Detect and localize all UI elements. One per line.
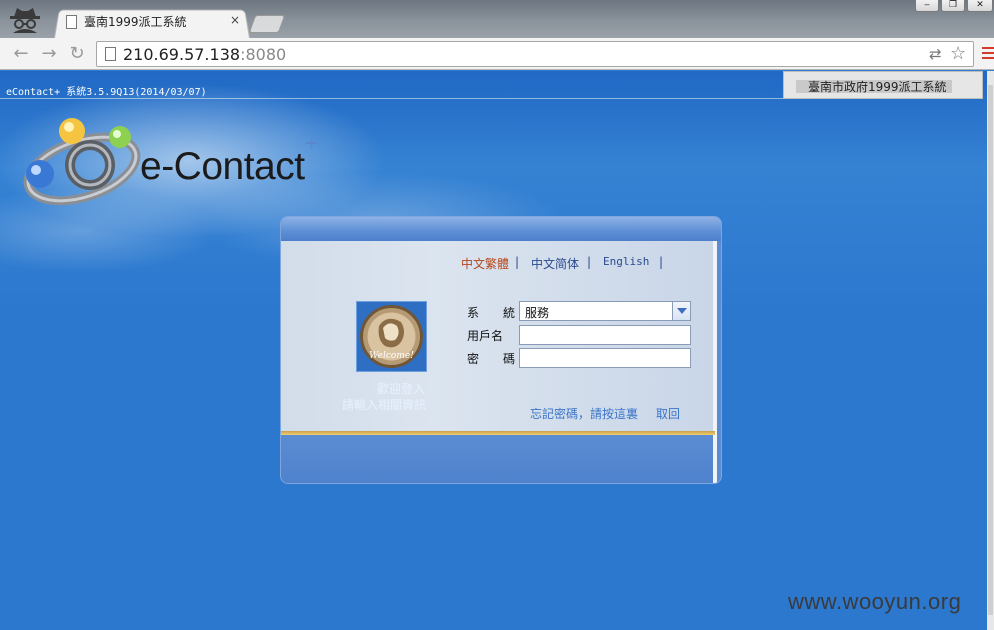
- page-icon: [105, 47, 116, 61]
- cancel-link[interactable]: 取回: [656, 405, 680, 422]
- page-viewport: eContact+ 系統3.5.9Q13(2014/03/07) 臺南市政府19…: [0, 71, 994, 630]
- browser-tab-strip: 臺南1999派工系統 × ‒ ❐ ✕: [0, 0, 994, 38]
- password-label: 密 碼: [467, 352, 516, 366]
- logo-plus: +: [304, 130, 319, 157]
- url-host: 210.69.57.138: [123, 45, 241, 64]
- welcome-coin-icon: Welcome!: [360, 305, 423, 368]
- browser-menu-icon[interactable]: [982, 47, 994, 61]
- system-select[interactable]: 服務: [519, 301, 691, 321]
- logo-orbit-icon: [23, 118, 141, 206]
- avatar-caption: Welcome!: [369, 351, 414, 361]
- version-text: eContact+ 系統3.5.9Q13(2014/03/07): [6, 87, 207, 98]
- econtact-logo: e-Contact+: [20, 111, 340, 211]
- lang-traditional-chinese[interactable]: 中文繁體: [461, 255, 509, 272]
- lang-separator: |: [515, 255, 520, 269]
- login-panel-edge: [713, 241, 717, 483]
- lang-separator: |: [587, 255, 592, 269]
- watermark-text: www.wooyun.org: [788, 589, 962, 614]
- page-favicon-icon: [66, 15, 77, 29]
- page-scrollbar[interactable]: [987, 71, 994, 630]
- address-bar[interactable]: 210.69.57.138:8080 ⇄ ☆: [96, 41, 974, 67]
- system-name-box: 臺南市政府1999派工系統: [783, 71, 983, 99]
- scrollbar-thumb[interactable]: [988, 85, 993, 615]
- system-label: 系 統: [467, 306, 516, 320]
- close-window-icon[interactable]: ✕: [967, 0, 993, 12]
- logo-text: e-Contact+: [140, 130, 319, 189]
- lang-english[interactable]: English: [603, 255, 649, 268]
- username-input[interactable]: [519, 325, 691, 345]
- browser-toolbar: ← → ↻ 210.69.57.138:8080 ⇄ ☆: [0, 38, 994, 70]
- back-icon[interactable]: ←: [10, 43, 32, 65]
- new-tab-button[interactable]: [248, 15, 286, 33]
- bookmark-star-icon[interactable]: ☆: [950, 43, 966, 64]
- system-select-value: 服務: [525, 306, 550, 320]
- lang-separator: |: [659, 255, 664, 269]
- url-port: :8080: [240, 45, 287, 64]
- welcome-subtitle: 請輸入相關資訊: [342, 398, 427, 412]
- incognito-icon: [10, 8, 40, 33]
- restore-icon[interactable]: ❐: [941, 0, 965, 12]
- url-text: 210.69.57.138:8080: [123, 45, 286, 64]
- logo-wordmark: e-Contact: [140, 145, 305, 188]
- translate-icon[interactable]: ⇄: [929, 45, 942, 63]
- welcome-avatar: Welcome!: [356, 301, 427, 372]
- browser-tab-label-group: 臺南1999派工系統 ×: [66, 13, 246, 33]
- login-panel-footer: [281, 435, 713, 483]
- minimize-icon[interactable]: ‒: [915, 0, 939, 12]
- welcome-title: 歡迎登入: [377, 382, 426, 396]
- tab-title: 臺南1999派工系統: [84, 15, 187, 29]
- username-label: 用戶名: [467, 329, 504, 343]
- reload-icon[interactable]: ↻: [66, 43, 88, 65]
- password-input[interactable]: [519, 348, 691, 368]
- lang-simplified-chinese[interactable]: 中文简体: [531, 255, 579, 272]
- forward-icon[interactable]: →: [38, 43, 60, 65]
- login-panel: 中文繁體 | 中文简体 | English | Welcome! 歡迎登入 請輸…: [280, 216, 722, 484]
- forgot-password-link[interactable]: 忘記密碼，請按這裏: [530, 405, 638, 422]
- tab-close-icon[interactable]: ×: [230, 13, 240, 27]
- chevron-down-icon[interactable]: [672, 302, 690, 320]
- login-panel-header: [281, 217, 721, 241]
- system-name: 臺南市政府1999派工系統: [808, 80, 947, 94]
